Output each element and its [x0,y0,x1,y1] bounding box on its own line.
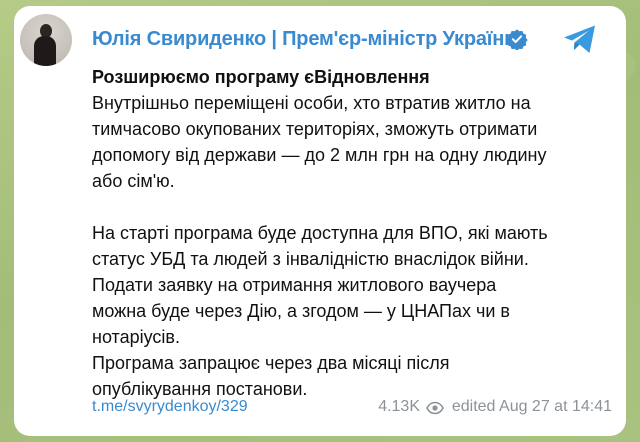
view-count: 4.13K [378,398,420,415]
post-link[interactable]: t.me/svyrydenkoy/329 [92,398,248,416]
verified-badge-icon [506,29,528,50]
eye-icon [426,401,444,415]
message-title: Розширюємо програму єВідновлення [92,67,430,87]
message-card: Юлія Свириденко | Прем'єр-міністр Україн… [14,6,626,436]
telegram-share-icon[interactable] [562,22,598,56]
message-body: Розширюємо програму єВідновлення Внутріш… [92,64,617,402]
avatar-body [34,36,56,66]
message-footer: t.me/svyrydenkoy/329 4.13K edited Aug 27… [92,398,612,422]
edited-timestamp: edited Aug 27 at 14:41 [451,398,612,415]
avatar[interactable] [20,14,72,66]
message-paragraph-1: Внутрішньо переміщені особи, хто втратив… [92,93,547,191]
message-paragraph-2: На старті програма буде доступна для ВПО… [92,223,548,399]
channel-name[interactable]: Юлія Свириденко | Прем'єр-міністр Україн… [92,28,516,51]
